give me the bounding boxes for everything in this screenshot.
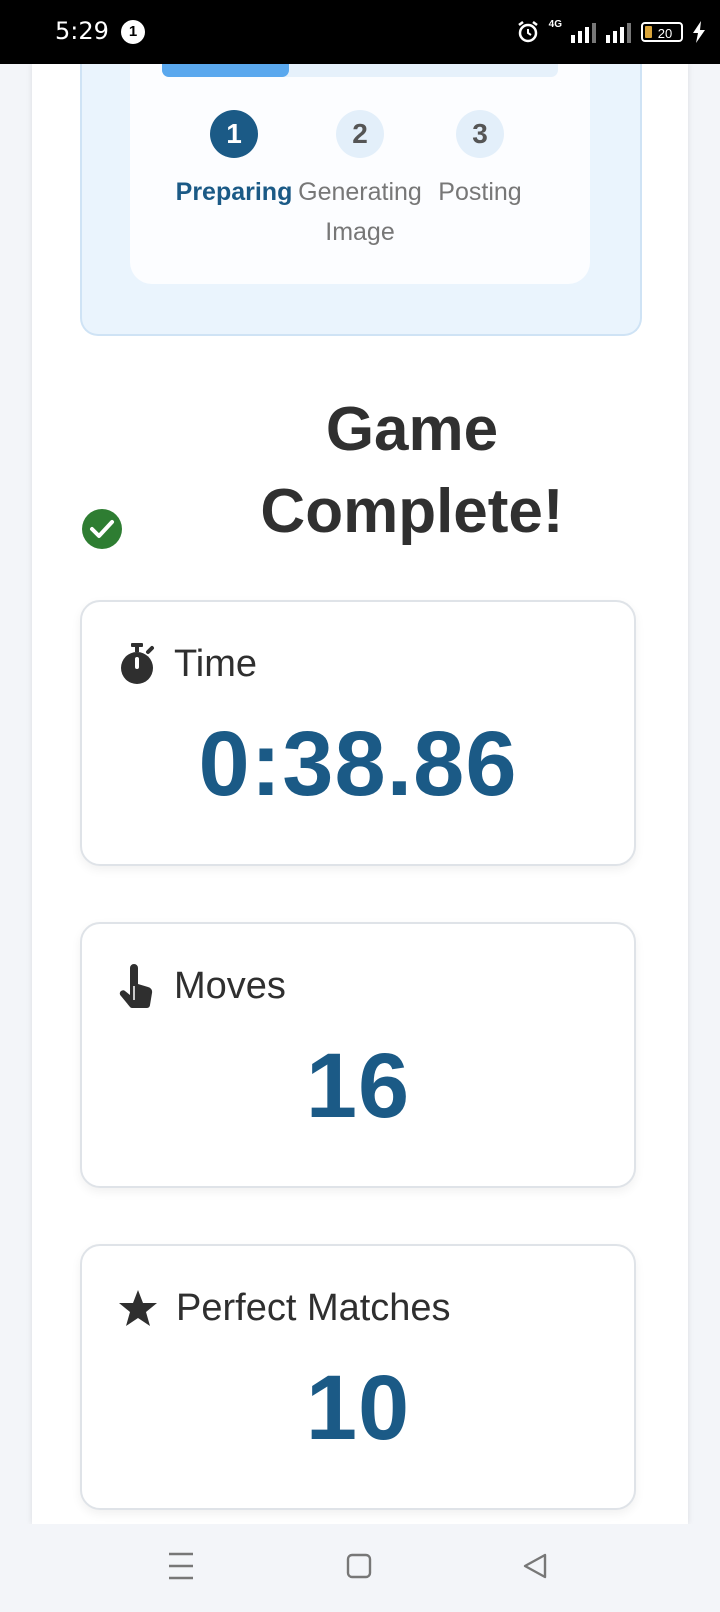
status-time: 5:29 <box>55 17 109 45</box>
step-number: 3 <box>456 110 504 158</box>
charging-icon <box>693 21 705 43</box>
stat-label: Time <box>174 642 258 685</box>
app-panel: 1 Preparing 2 Generating Image 3 Posting… <box>32 64 688 1524</box>
step-label: Posting <box>438 178 522 206</box>
signal-icon-2 <box>606 23 631 43</box>
notification-badge: 1 <box>121 20 145 44</box>
step-preparing: 1 Preparing <box>169 110 299 212</box>
stat-card-time: Time 0:38.86 <box>80 600 636 866</box>
stat-value: 16 <box>305 1035 411 1137</box>
stat-card-moves: Moves 16 <box>80 922 636 1188</box>
stat-card-perfect-matches: Perfect Matches 10 <box>80 1244 636 1510</box>
progress-section: 1 Preparing 2 Generating Image 3 Posting <box>80 64 642 336</box>
back-icon[interactable] <box>522 1552 548 1580</box>
star-icon <box>119 1290 157 1326</box>
progress-bar <box>162 64 558 77</box>
check-circle-icon <box>82 509 122 549</box>
status-bar: 5:29 1 4G 20 <box>0 0 720 64</box>
battery-icon: 20 <box>641 22 683 42</box>
navigation-bar <box>0 1524 720 1612</box>
progress-card: 1 Preparing 2 Generating Image 3 Posting <box>130 64 590 284</box>
stopwatch-icon <box>121 643 154 684</box>
step-posting: 3 Posting <box>415 110 545 212</box>
stat-header: Time <box>118 642 257 686</box>
progress-fill <box>162 64 289 77</box>
stat-label: Moves <box>174 964 286 1007</box>
step-label: Preparing <box>175 178 293 206</box>
stat-value: 0:38.86 <box>198 713 518 815</box>
step-generating-image: 2 Generating Image <box>295 110 425 252</box>
stat-header: Moves <box>118 964 286 1008</box>
stat-label: Perfect Matches <box>176 1286 451 1329</box>
home-icon[interactable] <box>346 1552 372 1580</box>
pointer-hand-icon <box>119 964 153 1008</box>
stat-value: 10 <box>305 1357 411 1459</box>
game-complete-heading: Game Complete! <box>82 389 642 549</box>
network-type: 4G <box>548 18 562 30</box>
stat-header: Perfect Matches <box>118 1286 451 1330</box>
step-label: Generating Image <box>298 178 422 246</box>
signal-icon <box>571 23 596 43</box>
alarm-icon <box>517 21 538 43</box>
step-number: 2 <box>336 110 384 158</box>
step-number: 1 <box>210 110 258 158</box>
status-icons: 4G 20 <box>516 17 706 47</box>
page-title: Game Complete! <box>260 395 564 546</box>
menu-icon[interactable] <box>168 1552 194 1580</box>
